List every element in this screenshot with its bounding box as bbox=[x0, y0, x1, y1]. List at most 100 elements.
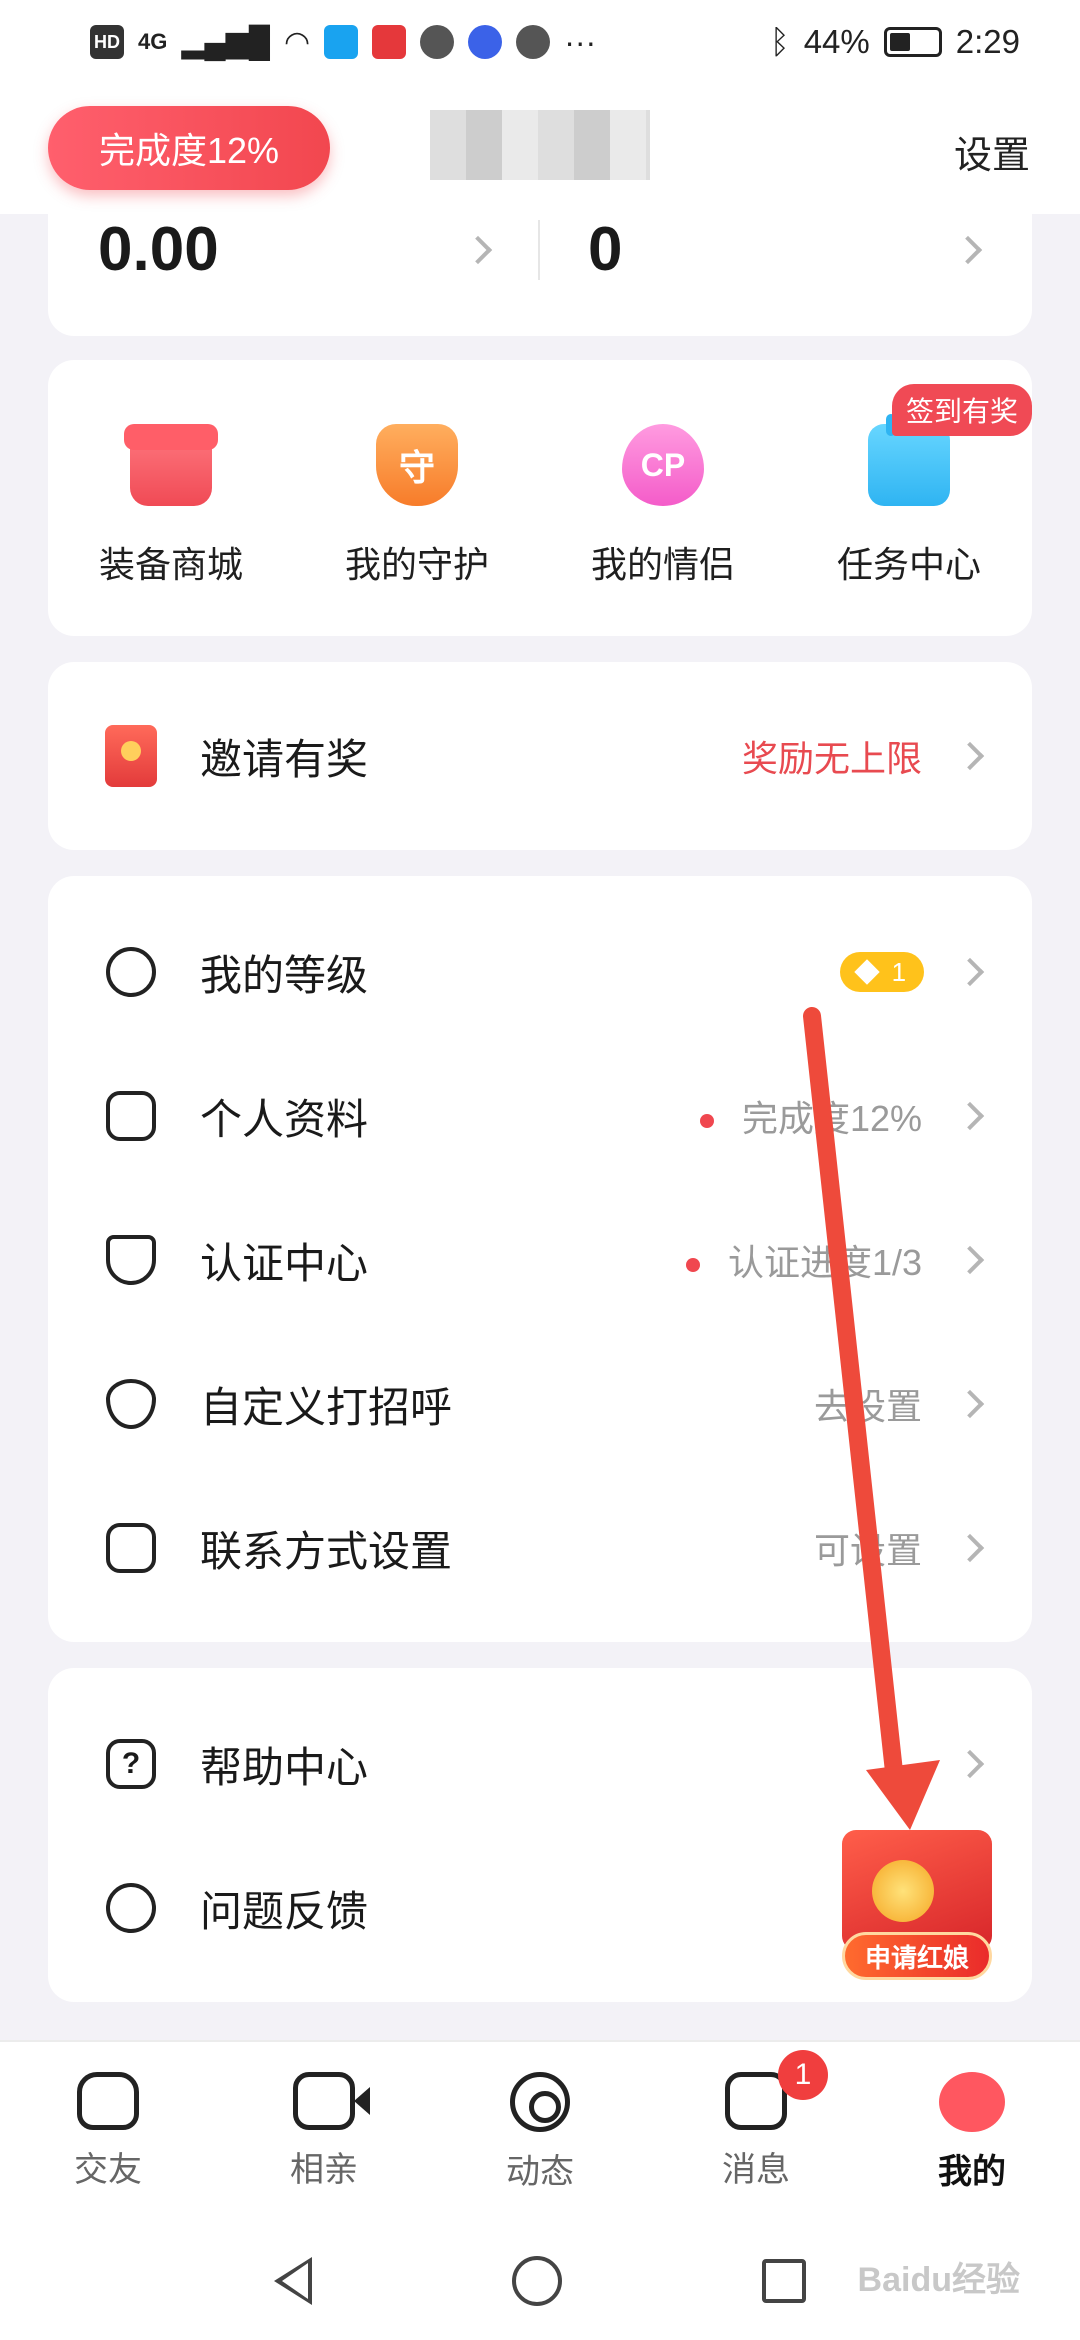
tab-label: 消息 bbox=[722, 2151, 790, 2189]
invite-card[interactable]: 邀请有奖 奖励无上限 bbox=[48, 662, 1032, 850]
cp-heart-icon: CP bbox=[622, 424, 704, 506]
list-item-profile[interactable]: 个人资料 完成度12% bbox=[48, 1068, 1032, 1164]
unread-badge: 1 bbox=[778, 2050, 828, 2100]
quick-label: 我的守护 bbox=[344, 544, 489, 585]
signal-icon: ▂▄▆█ bbox=[181, 25, 271, 59]
profile-list-card: 我的等级 1 个人资料 完成度12% 认证中心 认证进度1/3 自定义打招呼 去… bbox=[48, 876, 1032, 1642]
quick-grid: 装备商城 守 我的守护 CP 我的情侣 任务中心 bbox=[48, 414, 1032, 588]
chevron-right-icon[interactable] bbox=[953, 235, 983, 265]
list-item-verification[interactable]: 认证中心 认证进度1/3 bbox=[48, 1212, 1032, 1308]
list-item-contact[interactable]: 联系方式设置 可设置 bbox=[48, 1500, 1032, 1596]
matchmaker-promo[interactable]: 申请红娘 bbox=[812, 1820, 1032, 1990]
chevron-right-icon bbox=[955, 957, 985, 987]
document-icon bbox=[104, 1089, 158, 1143]
clock: 2:29 bbox=[955, 23, 1020, 60]
battery-icon bbox=[883, 27, 942, 57]
tab-label: 交友 bbox=[74, 2151, 142, 2189]
wifi-icon: ◠ bbox=[284, 25, 311, 59]
unread-dot bbox=[685, 1258, 700, 1273]
bottom-tab-bar: 交友 相亲 动态 1 消息 我的 bbox=[0, 2040, 1080, 2222]
invite-row[interactable]: 邀请有奖 奖励无上限 bbox=[48, 708, 1032, 804]
chat-bubble-icon bbox=[104, 1881, 158, 1935]
list-item-label: 联系方式设置 bbox=[200, 1527, 453, 1575]
home-heart-icon bbox=[77, 2072, 139, 2130]
tab-dating[interactable]: 相亲 bbox=[216, 2042, 432, 2222]
quick-label: 我的情侣 bbox=[590, 544, 735, 585]
chevron-right-icon[interactable] bbox=[463, 235, 493, 265]
back-icon[interactable] bbox=[274, 2257, 312, 2305]
tab-messages[interactable]: 1 消息 bbox=[648, 2042, 864, 2222]
bluetooth-icon: ᛒ bbox=[769, 23, 790, 60]
quick-item-tasks[interactable]: 任务中心 bbox=[786, 414, 1032, 588]
battery-percent: 44% bbox=[803, 23, 870, 60]
chevron-right-icon bbox=[955, 1101, 985, 1131]
search-app-icon bbox=[324, 25, 359, 59]
coin-icon bbox=[872, 1860, 934, 1922]
shield-check-icon bbox=[104, 1233, 158, 1287]
header: 完成度12% 设置 bbox=[0, 84, 1080, 214]
recent-apps-icon[interactable] bbox=[762, 2259, 806, 2303]
list-item-value: 去设置 bbox=[813, 1386, 922, 1427]
list-item-label: 认证中心 bbox=[200, 1239, 369, 1287]
red-envelope-icon bbox=[104, 725, 158, 787]
watermark: Baidu经验 bbox=[857, 2261, 1020, 2299]
verification-progress: 认证进度1/3 bbox=[727, 1242, 922, 1283]
medal-icon bbox=[104, 945, 158, 999]
chevron-right-icon bbox=[955, 1389, 985, 1419]
level-value: 1 bbox=[891, 956, 907, 987]
chevron-right-icon bbox=[955, 1533, 985, 1563]
blurred-username bbox=[430, 110, 650, 180]
calendar-icon bbox=[868, 414, 950, 506]
diamond-icon bbox=[854, 959, 880, 985]
status-icons: HD 4G ▂▄▆█ ◠ ··· bbox=[90, 24, 596, 61]
invite-value: 奖励无上限 bbox=[741, 738, 922, 779]
status-right: ᛒ 44% 2:29 bbox=[770, 23, 1020, 61]
guard-icon: 守 bbox=[376, 424, 458, 506]
quick-label: 任务中心 bbox=[836, 544, 981, 585]
globe-app-icon bbox=[516, 25, 551, 59]
quick-item-shop[interactable]: 装备商城 bbox=[48, 424, 294, 588]
target-icon bbox=[510, 2072, 570, 2132]
invite-label: 邀请有奖 bbox=[200, 735, 369, 783]
list-item-help[interactable]: ? 帮助中心 bbox=[48, 1716, 1032, 1812]
huawei-app-icon bbox=[372, 25, 407, 59]
unread-dot bbox=[699, 1114, 714, 1129]
list-item-value: 可设置 bbox=[813, 1530, 922, 1571]
more-notifications-icon: ··· bbox=[564, 23, 597, 60]
chevron-right-icon bbox=[955, 1749, 985, 1779]
shop-icon bbox=[124, 424, 218, 506]
quick-entries-card: 装备商城 守 我的守护 CP 我的情侣 任务中心 签到有奖 bbox=[48, 360, 1032, 636]
list-item-label: 帮助中心 bbox=[200, 1743, 369, 1791]
promo-label: 申请红娘 bbox=[842, 1932, 992, 1980]
sign-in-reward-badge: 签到有奖 bbox=[891, 384, 1032, 436]
tab-moments[interactable]: 动态 bbox=[432, 2042, 648, 2222]
list-item-label: 自定义打招呼 bbox=[200, 1383, 453, 1431]
divider bbox=[538, 220, 540, 280]
system-nav-bar: Baidu经验 bbox=[0, 2222, 1080, 2340]
question-icon: ? bbox=[104, 1737, 158, 1791]
list-item-level[interactable]: 我的等级 1 bbox=[48, 924, 1032, 1020]
list-item-value: 认证进度1/3 bbox=[685, 1234, 922, 1286]
heart-hi-icon bbox=[104, 1377, 158, 1431]
quick-label: 装备商城 bbox=[98, 544, 243, 585]
completion-pill[interactable]: 完成度12% bbox=[48, 106, 330, 190]
list-item-value: 完成度12% bbox=[699, 1090, 922, 1142]
hand-app-icon bbox=[420, 25, 455, 59]
list-item-label: 个人资料 bbox=[200, 1095, 369, 1143]
list-item-greeting[interactable]: 自定义打招呼 去设置 bbox=[48, 1356, 1032, 1452]
tab-label: 相亲 bbox=[290, 2151, 358, 2189]
tab-friends[interactable]: 交友 bbox=[0, 2042, 216, 2222]
quick-item-guard[interactable]: 守 我的守护 bbox=[294, 424, 540, 588]
network-label: 4G bbox=[138, 29, 168, 54]
music-app-icon bbox=[468, 25, 503, 59]
quick-item-couple[interactable]: CP 我的情侣 bbox=[540, 424, 786, 588]
me-heart-icon bbox=[939, 2072, 1005, 2132]
list-item-label: 问题反馈 bbox=[200, 1887, 369, 1935]
stat-left-value[interactable]: 0.00 bbox=[98, 214, 219, 285]
tab-me[interactable]: 我的 bbox=[864, 2042, 1080, 2222]
settings-link[interactable]: 设置 bbox=[954, 124, 1030, 179]
list-item-label: 我的等级 bbox=[200, 951, 369, 999]
stat-right-value[interactable]: 0 bbox=[588, 214, 622, 285]
home-icon[interactable] bbox=[512, 2256, 562, 2306]
hd-icon: HD bbox=[90, 25, 124, 59]
